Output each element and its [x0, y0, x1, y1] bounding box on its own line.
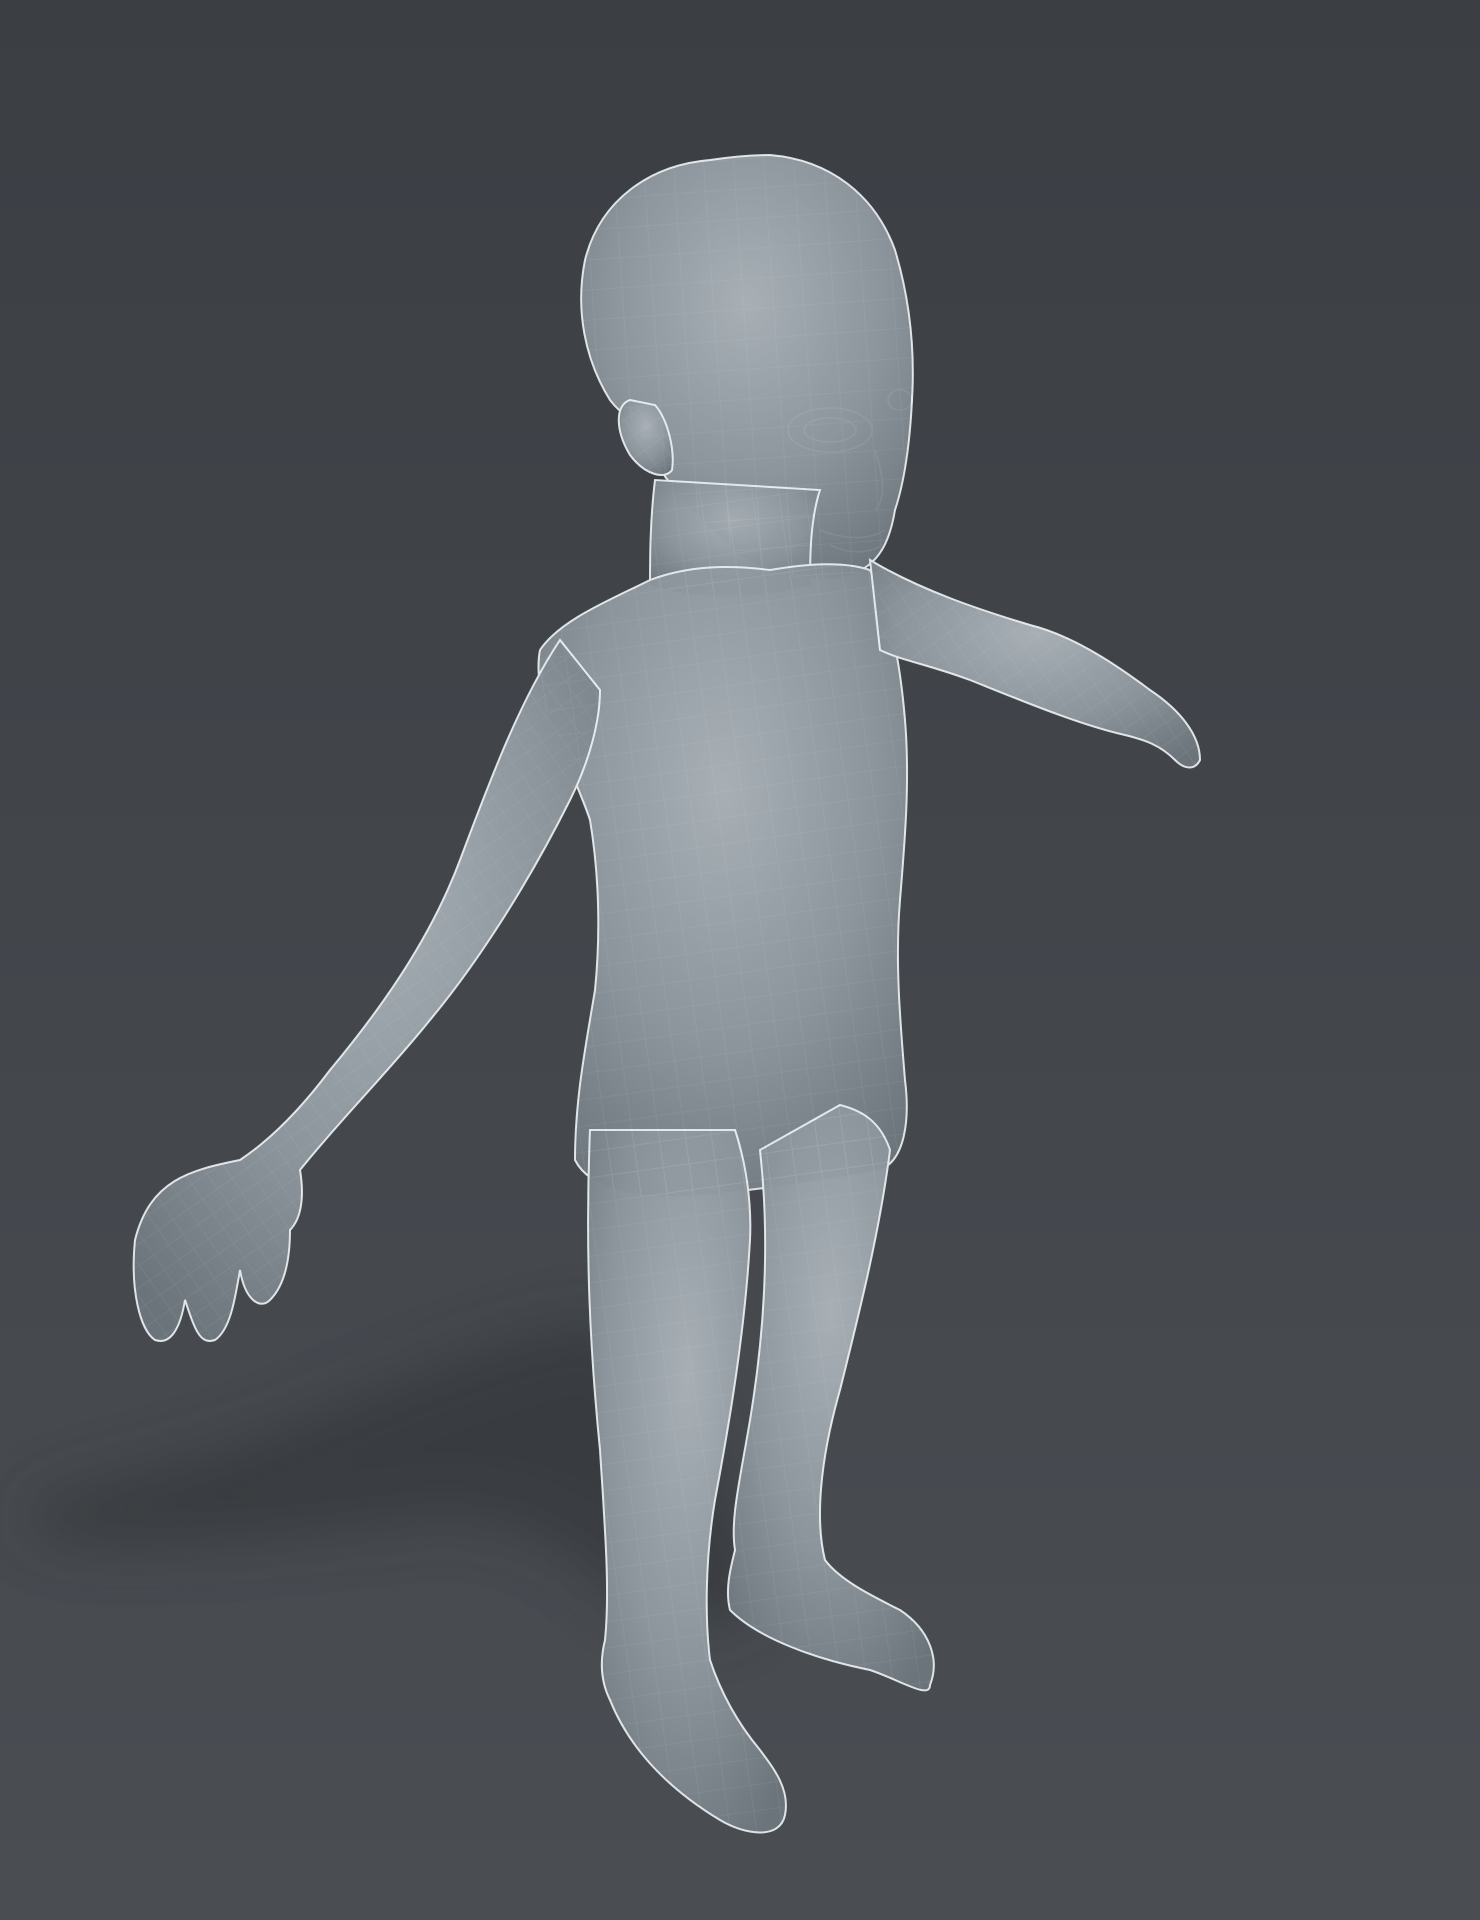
- render-viewport: [0, 0, 1480, 1920]
- wireframe-render: [0, 0, 1480, 1920]
